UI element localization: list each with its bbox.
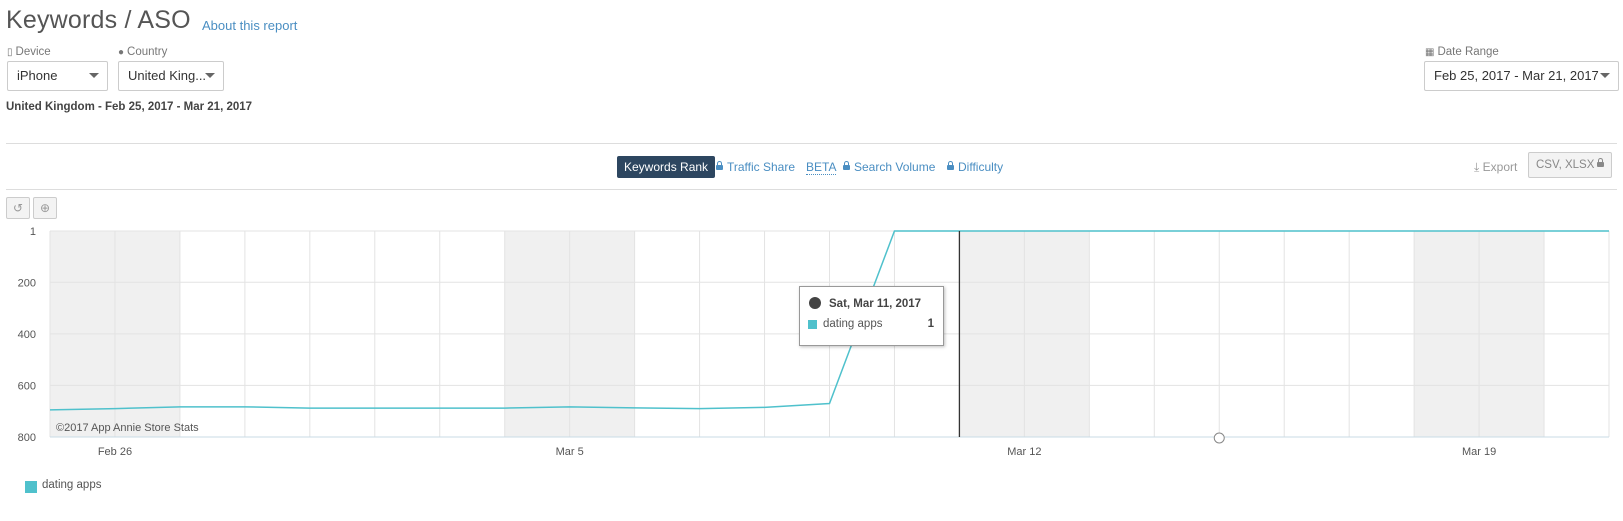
export-csv-xlsx-button[interactable]: CSV, XLSX [1528, 152, 1613, 178]
legend-item-dating-apps[interactable]: dating apps [42, 479, 101, 491]
phone-icon: ▯ [7, 47, 13, 58]
chart-tooltip: Sat, Mar 11, 2017 dating apps 1 [799, 286, 944, 346]
globe-icon [809, 297, 821, 309]
country-dropdown[interactable]: United King... [118, 61, 224, 91]
tab-difficulty[interactable]: Difficulty [947, 156, 1003, 178]
chart-watermark: ©2017 App Annie Store Stats [56, 422, 199, 434]
device-value: iPhone [17, 68, 58, 83]
y-tick-label: 800 [18, 432, 36, 444]
tab-traffic-share[interactable]: Traffic Share [716, 156, 795, 178]
page-title: Keywords / ASO [6, 6, 191, 34]
lock-icon [947, 161, 954, 170]
about-report-link[interactable]: About this report [202, 18, 297, 33]
calendar-icon: ▦ [1425, 47, 1435, 58]
reset-zoom-button[interactable]: ↺ [6, 197, 30, 219]
y-tick-label: 200 [18, 277, 36, 289]
legend-swatch[interactable] [25, 481, 37, 493]
report-subtitle: United Kingdom - Feb 25, 2017 - Mar 21, … [6, 101, 253, 113]
lock-icon [1597, 158, 1605, 167]
country-value: United King... [128, 68, 207, 83]
chevron-down-icon [205, 73, 215, 78]
date-range-value: Feb 25, 2017 - Mar 21, 2017 [1434, 68, 1599, 83]
tooltip-series-name: dating apps [823, 318, 883, 330]
x-tick-label: Feb 26 [98, 446, 132, 458]
divider [6, 143, 1617, 144]
chevron-down-icon [89, 73, 99, 78]
divider [6, 189, 1617, 190]
tooltip-value: 1 [927, 318, 934, 330]
tab-keywords-rank[interactable]: Keywords Rank [617, 156, 716, 178]
country-label: ● Country [118, 46, 168, 58]
zoom-in-button[interactable]: ⊕ [33, 197, 57, 219]
lock-icon [716, 161, 723, 170]
y-tick-label: 400 [18, 329, 36, 341]
x-tick-label: Mar 5 [556, 446, 584, 458]
download-icon: ⤓ [1474, 160, 1480, 174]
x-tick-label: Mar 19 [1462, 446, 1496, 458]
tab-search-volume[interactable]: Search Volume [843, 156, 935, 178]
globe-icon: ● [118, 47, 125, 58]
date-range-dropdown[interactable]: Feb 25, 2017 - Mar 21, 2017 [1424, 61, 1619, 91]
device-label: ▯ Device [7, 46, 51, 58]
y-tick-label: 1 [30, 226, 36, 238]
lock-icon [843, 161, 850, 170]
date-range-label: ▦ Date Range [1425, 46, 1499, 58]
undo-icon: ↺ [12, 201, 24, 215]
x-tick-label: Mar 12 [1007, 446, 1041, 458]
drag-handle [1213, 432, 1225, 444]
zoom-in-icon: ⊕ [39, 201, 51, 215]
tooltip-date: Sat, Mar 11, 2017 [829, 298, 922, 310]
y-tick-label: 600 [18, 380, 36, 392]
device-dropdown[interactable]: iPhone [7, 61, 108, 91]
tooltip-series-swatch [808, 320, 817, 329]
chevron-down-icon [1600, 73, 1610, 78]
beta-badge: BETA [806, 160, 837, 175]
export-label: ⤓ Export [1474, 160, 1518, 174]
